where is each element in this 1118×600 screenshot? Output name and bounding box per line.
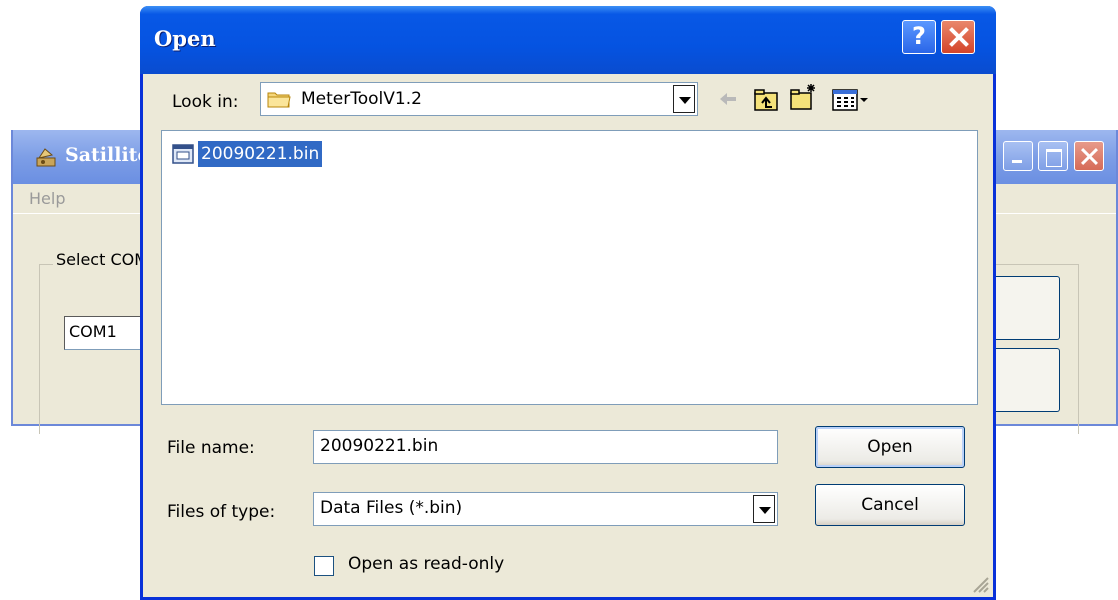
- dialog-title: Open: [154, 26, 216, 51]
- folder-icon: [267, 92, 291, 108]
- background-close-button[interactable]: [1074, 141, 1104, 171]
- view-menu-icon[interactable]: [831, 88, 871, 112]
- up-folder-icon[interactable]: [753, 88, 779, 112]
- files-of-type-value: Data Files (*.bin): [320, 498, 463, 518]
- app-icon: [36, 148, 56, 167]
- look-in-label: Look in:: [172, 92, 239, 112]
- back-arrow-icon[interactable]: [717, 88, 739, 110]
- bin-file-icon: [172, 144, 194, 164]
- files-of-type-chevron-down-icon[interactable]: [753, 495, 775, 523]
- file-item-name: 20090221.bin: [198, 141, 323, 167]
- new-folder-icon[interactable]: [789, 82, 819, 112]
- dialog-title-bar[interactable]: Open ?: [140, 6, 996, 74]
- help-button[interactable]: ?: [902, 20, 936, 54]
- open-button[interactable]: Open: [815, 426, 965, 468]
- read-only-label[interactable]: Open as read-only: [348, 554, 504, 574]
- files-of-type-label: Files of type:: [167, 502, 276, 522]
- menu-help[interactable]: Help: [29, 189, 65, 208]
- file-name-input[interactable]: 20090221.bin: [313, 430, 778, 464]
- file-list[interactable]: 20090221.bin: [161, 130, 978, 405]
- look-in-dropdown[interactable]: MeterToolV1.2: [260, 82, 698, 116]
- open-dialog: Open ? Look in: MeterToolV1.2 20090221.b…: [140, 6, 996, 600]
- com-group-label: Select COM: [53, 250, 143, 269]
- look-in-value: MeterToolV1.2: [301, 89, 422, 109]
- look-in-chevron-down-icon[interactable]: [673, 85, 695, 113]
- background-window-title: Satillite: [65, 144, 145, 166]
- cancel-button[interactable]: Cancel: [815, 484, 965, 526]
- resize-grip-icon[interactable]: [971, 575, 989, 593]
- minimize-button[interactable]: [1003, 141, 1033, 171]
- file-name-label: File name:: [167, 438, 255, 458]
- files-of-type-dropdown[interactable]: Data Files (*.bin): [313, 492, 778, 526]
- read-only-checkbox[interactable]: [314, 556, 334, 576]
- maximize-button[interactable]: [1038, 141, 1068, 171]
- close-button[interactable]: [941, 20, 975, 54]
